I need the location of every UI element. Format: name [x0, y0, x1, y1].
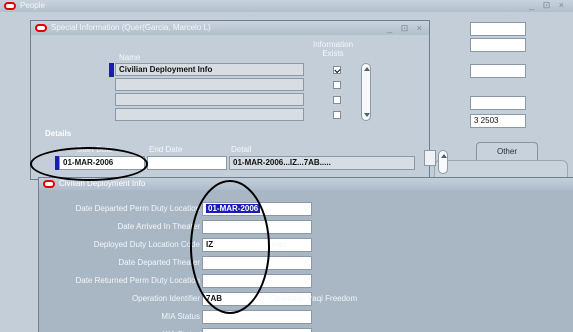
people-right-field-2[interactable]	[470, 38, 526, 52]
special-info-title: Special Information (Quer(Garcia, Marcel…	[51, 23, 211, 32]
civ-field-label: Date Departed Theater	[118, 258, 200, 267]
detail-column-label: Detail	[231, 145, 252, 154]
details-section-label: Details	[45, 129, 72, 138]
special-info-titlebar: Special Information (Quer(Garcia, Marcel…	[31, 21, 429, 35]
other-tab[interactable]: Other	[476, 142, 538, 160]
people-right-field-5[interactable]: 3 2503	[470, 114, 526, 128]
detail-field[interactable]: 01-MAR-2006...IZ...7AB.....	[229, 156, 415, 170]
civilian-deployment-window: Civilian Deployment Info	[38, 177, 573, 332]
scroll-up-icon[interactable]	[364, 67, 370, 71]
end-date-column-label: End Date	[149, 145, 183, 154]
special-info-name-1[interactable]: Civilian Deployment Info	[115, 63, 304, 76]
civ-field-input[interactable]: IZ	[202, 238, 312, 252]
special-info-row-1[interactable]: Civilian Deployment Info	[109, 63, 304, 77]
scroll-down-icon[interactable]	[364, 113, 370, 117]
civ-field-input[interactable]: 01-MAR-2006	[202, 202, 312, 216]
details-scrollbar[interactable]	[438, 150, 448, 174]
civ-field-label: Operation Identifier	[131, 294, 200, 303]
special-info-name-3[interactable]	[115, 93, 304, 106]
info-exists-checkbox-3[interactable]	[333, 96, 341, 104]
info-exists-checkbox-2[interactable]	[333, 81, 341, 89]
info-exists-checkbox-1[interactable]	[333, 66, 341, 74]
civilian-deployment-titlebar: Civilian Deployment Info	[39, 178, 573, 190]
civ-field-input[interactable]	[202, 310, 312, 324]
people-right-field-1[interactable]	[470, 22, 526, 36]
civ-field-label: Deployed Duty Location Code	[93, 240, 200, 249]
civ-field-selection: 01-MAR-2006	[206, 204, 261, 213]
oracle-app-icon	[4, 2, 16, 10]
scroll-up-icon[interactable]	[441, 154, 447, 158]
civ-field-input[interactable]	[202, 256, 312, 270]
people-title: People	[20, 1, 45, 10]
people-right-field-4[interactable]	[470, 96, 526, 110]
start-date-column-label: Start Date	[77, 145, 114, 154]
special-info-window: Special Information (Quer(Garcia, Marcel…	[30, 20, 430, 180]
people-right-field-3[interactable]	[470, 64, 526, 78]
civ-field-input[interactable]	[202, 220, 312, 234]
info-exists-column-label: Information Exists	[313, 40, 354, 58]
oracle-app-icon	[43, 180, 55, 188]
end-date-field[interactable]	[147, 156, 227, 170]
civ-field-label: MIA Status	[161, 312, 200, 321]
civ-field-description: Iraq	[272, 240, 286, 249]
special-info-window-controls[interactable]: _ ⊡ ×	[387, 23, 425, 34]
civ-field-label: Date Arrived In Theater	[117, 222, 200, 231]
details-flex-button[interactable]	[424, 150, 436, 166]
other-tab-label: Other	[496, 147, 517, 156]
special-info-name-2[interactable]	[115, 78, 304, 91]
name-column-label: Name	[119, 53, 141, 62]
start-date-field[interactable]: 01-MAR-2006	[59, 156, 145, 170]
civ-field-label: Date Departed Perm Duty Location	[75, 204, 200, 213]
civ-field-description: Operation Iraqi Freedom	[270, 294, 358, 303]
row-current-indicator	[109, 63, 114, 77]
special-info-name-4[interactable]	[115, 108, 304, 121]
civ-field-input[interactable]	[202, 328, 312, 332]
info-exists-checkbox-4[interactable]	[333, 111, 341, 119]
oracle-app-icon	[35, 24, 47, 32]
civ-field-label: Date Returned Perm Duty Location	[75, 276, 200, 285]
special-info-scrollbar[interactable]	[361, 63, 371, 121]
people-titlebar: People _ ⊡ ×	[0, 0, 573, 12]
civilian-deployment-title: Civilian Deployment Info	[59, 179, 146, 188]
people-window-controls[interactable]: _ ⊡ ×	[529, 0, 567, 11]
civ-field-input[interactable]	[202, 274, 312, 288]
